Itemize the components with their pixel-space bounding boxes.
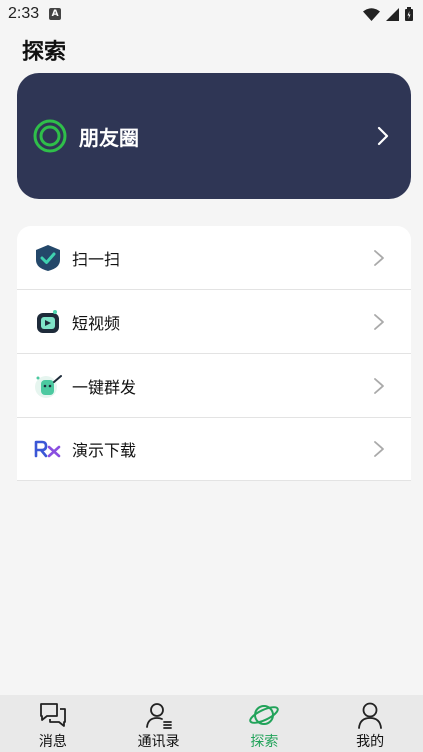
tab-contacts[interactable]: 通讯录 <box>106 695 212 752</box>
broadcast-icon <box>33 371 63 401</box>
chevron-right-icon <box>377 126 389 146</box>
tab-label: 探索 <box>250 734 279 750</box>
moments-card[interactable]: 朋友圈 <box>17 73 411 199</box>
chevron-right-icon <box>374 441 384 457</box>
menu-item-scan[interactable]: 扫一扫 <box>17 226 411 290</box>
tab-bar: 消息 通讯录 探索 我的 <box>0 695 423 752</box>
person-icon <box>358 702 383 729</box>
tab-label: 消息 <box>38 734 67 750</box>
signal-icon <box>386 7 399 21</box>
menu-item-label: 一键群发 <box>72 377 137 397</box>
contacts-icon <box>145 703 172 729</box>
tab-me[interactable]: 我的 <box>317 695 423 752</box>
menu-item-label: 扫一扫 <box>72 249 121 269</box>
tab-messages[interactable]: 消息 <box>0 695 106 752</box>
tab-label: 我的 <box>356 734 385 750</box>
moments-label: 朋友圈 <box>79 125 139 150</box>
chat-icon <box>39 703 66 727</box>
rx-logo-icon <box>33 434 63 464</box>
menu-item-short-video[interactable]: 短视频 <box>17 290 411 354</box>
chevron-right-icon <box>374 313 384 330</box>
status-bar: 2:33 A <box>0 0 423 28</box>
chevron-right-icon <box>374 249 384 266</box>
notification-icon: A <box>49 8 62 20</box>
menu-list: 扫一扫 短视频 一键群发 演示下载 <box>17 226 411 481</box>
menu-item-broadcast[interactable]: 一键群发 <box>17 354 411 418</box>
menu-item-label: 演示下载 <box>72 441 137 460</box>
tab-explore[interactable]: 探索 <box>212 695 318 752</box>
menu-item-label: 短视频 <box>72 313 121 333</box>
ring-icon <box>33 119 67 153</box>
planet-icon <box>249 705 280 725</box>
tab-label: 通讯录 <box>137 734 180 750</box>
shield-check-icon <box>33 243 63 273</box>
status-right <box>363 7 413 21</box>
chevron-right-icon <box>374 377 384 394</box>
video-icon <box>33 307 63 337</box>
status-time: 2:33 <box>8 5 40 22</box>
menu-item-demo-download[interactable]: 演示下载 <box>17 418 411 481</box>
battery-icon <box>405 7 413 21</box>
wifi-icon <box>363 7 380 21</box>
page-title: 探索 <box>22 40 67 65</box>
